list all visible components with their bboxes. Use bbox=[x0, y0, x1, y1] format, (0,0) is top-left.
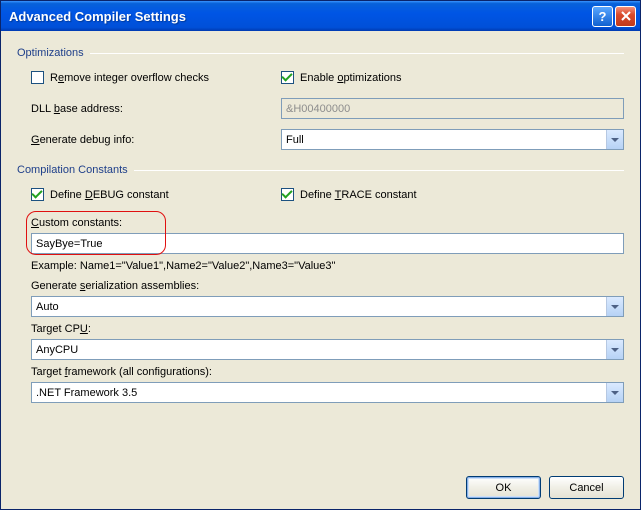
help-button[interactable]: ? bbox=[592, 6, 613, 27]
button-bar: OK Cancel bbox=[17, 468, 624, 499]
group-header-optimizations: Optimizations bbox=[17, 47, 624, 59]
cancel-button[interactable]: Cancel bbox=[549, 476, 624, 499]
group-label-compilation: Compilation Constants bbox=[17, 164, 128, 176]
gen-serial-label: Generate serialization assemblies: bbox=[31, 280, 199, 292]
divider bbox=[134, 170, 624, 171]
chevron-down-icon bbox=[606, 297, 623, 316]
titlebar-buttons: ? bbox=[592, 6, 636, 27]
ok-button[interactable]: OK bbox=[466, 476, 541, 499]
remove-overflow-label: Remove integer overflow checks bbox=[50, 72, 209, 84]
group-label-optimizations: Optimizations bbox=[17, 47, 84, 59]
group-body-optimizations: Remove integer overflow checks Enable op… bbox=[17, 67, 624, 160]
target-framework-value: .NET Framework 3.5 bbox=[32, 387, 606, 399]
target-framework-select[interactable]: .NET Framework 3.5 bbox=[31, 382, 624, 403]
example-text: Example: Name1="Value1",Name2="Value2",N… bbox=[31, 260, 335, 272]
dll-base-label: DLL base address: bbox=[31, 103, 123, 115]
target-cpu-label: Target CPU: bbox=[31, 323, 91, 335]
target-cpu-value: AnyCPU bbox=[32, 344, 606, 356]
chevron-down-icon bbox=[606, 383, 623, 402]
define-debug-label: Define DEBUG constant bbox=[50, 189, 169, 201]
close-icon bbox=[621, 11, 631, 21]
gen-serial-select[interactable]: Auto bbox=[31, 296, 624, 317]
chevron-down-icon bbox=[606, 130, 623, 149]
group-body-compilation: Define DEBUG constant Define TRACE const… bbox=[17, 184, 624, 409]
dialog-window: Advanced Compiler Settings ? Optimizatio… bbox=[0, 0, 641, 510]
generate-debug-value: Full bbox=[282, 134, 606, 146]
generate-debug-select[interactable]: Full bbox=[281, 129, 624, 150]
remove-overflow-checkbox[interactable] bbox=[31, 71, 44, 84]
custom-constants-label: Custom constants: bbox=[31, 217, 122, 229]
titlebar: Advanced Compiler Settings ? bbox=[1, 1, 640, 31]
dll-base-input bbox=[281, 98, 624, 119]
gen-serial-value: Auto bbox=[32, 301, 606, 313]
divider bbox=[90, 53, 624, 54]
close-button[interactable] bbox=[615, 6, 636, 27]
enable-optimizations-checkbox[interactable] bbox=[281, 71, 294, 84]
define-trace-checkbox[interactable] bbox=[281, 188, 294, 201]
target-framework-label: Target framework (all configurations): bbox=[31, 366, 212, 378]
define-trace-label: Define TRACE constant bbox=[300, 189, 417, 201]
generate-debug-label: Generate debug info: bbox=[31, 134, 134, 146]
group-header-compilation: Compilation Constants bbox=[17, 164, 624, 176]
custom-constants-input[interactable] bbox=[31, 233, 624, 254]
chevron-down-icon bbox=[606, 340, 623, 359]
enable-optimizations-label: Enable optimizations bbox=[300, 72, 402, 84]
window-title: Advanced Compiler Settings bbox=[9, 9, 592, 24]
dialog-content: Optimizations Remove integer overflow ch… bbox=[1, 31, 640, 509]
define-debug-checkbox[interactable] bbox=[31, 188, 44, 201]
target-cpu-select[interactable]: AnyCPU bbox=[31, 339, 624, 360]
